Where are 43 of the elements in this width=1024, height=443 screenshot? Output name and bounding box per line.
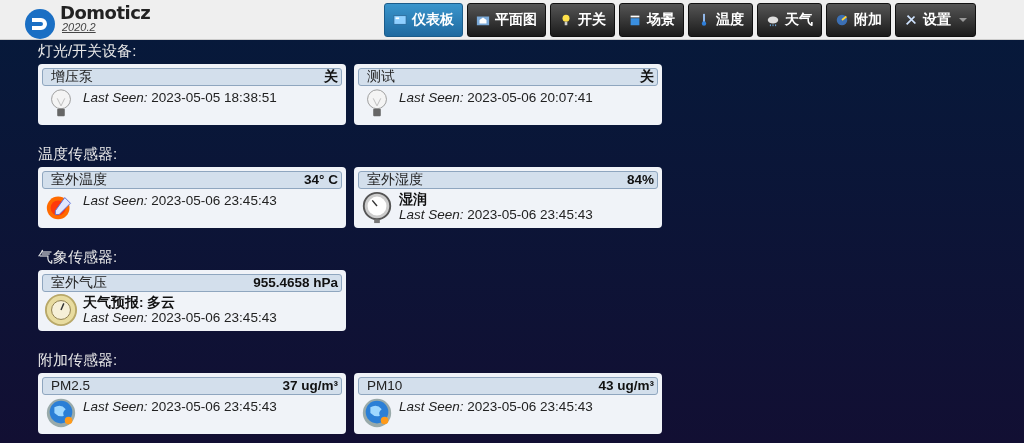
logo-icon <box>24 7 56 40</box>
status-text: 湿润 <box>399 192 428 207</box>
last-seen-text: Last Seen: 2023-05-06 20:07:41 <box>399 90 593 105</box>
last-seen-text: Last Seen: 2023-05-06 23:45:43 <box>83 310 277 325</box>
barometer-icon <box>44 292 78 328</box>
version-text: 2020.2 <box>62 21 97 33</box>
section-title: 温度传感器: <box>38 145 119 163</box>
screen-icon <box>393 12 407 27</box>
nav-tab[interactable]: 场景 <box>619 2 684 37</box>
device-value: 34° C <box>304 170 338 189</box>
gauge-icon <box>835 12 849 27</box>
device-value: 955.4658 hPa <box>253 273 338 292</box>
brand-name: Domoticz <box>60 3 151 22</box>
nav-tab[interactable]: 天气 <box>757 2 822 37</box>
nav-tab[interactable]: 附加 <box>826 2 891 37</box>
section-title: 气象传感器: <box>38 248 119 266</box>
nav-tab[interactable]: 仪表板 <box>384 2 463 37</box>
last-seen-text: Last Seen: 2023-05-06 23:45:43 <box>399 399 593 414</box>
device-value: 关 <box>324 67 338 86</box>
tools-icon <box>904 12 918 27</box>
device-name: PM10 <box>367 376 403 395</box>
status-text: 天气预报: 多云 <box>83 295 177 310</box>
nav-tab[interactable]: 平面图 <box>467 2 546 37</box>
device-value: 37 ug/m³ <box>282 376 338 395</box>
device-name: 测试 <box>367 67 395 86</box>
nav-tab[interactable]: 温度 <box>688 2 753 37</box>
last-seen-text: Last Seen: 2023-05-06 23:45:43 <box>83 193 277 208</box>
device-name: 增压泵 <box>51 67 93 86</box>
pressure-gauge-icon <box>360 189 394 225</box>
device-value: 84% <box>626 170 654 189</box>
last-seen-text: Last Seen: 2023-05-05 18:38:51 <box>83 90 277 105</box>
last-seen-text: Last Seen: 2023-05-06 23:45:43 <box>399 207 593 222</box>
nav-tab[interactable]: 开关 <box>550 2 615 37</box>
last-seen-text: Last Seen: 2023-05-06 23:45:43 <box>83 399 277 414</box>
device-value: 关 <box>640 67 654 86</box>
nav-tab[interactable]: 设置 <box>895 2 976 37</box>
device-name: 室外湿度 <box>367 170 423 189</box>
section-title: 附加传感器: <box>38 351 119 369</box>
device-value: 43 ug/m³ <box>598 376 654 395</box>
device-name: 室外气压 <box>51 273 107 292</box>
section-title: 灯光/开关设备: <box>38 42 138 60</box>
device-name: 室外温度 <box>51 170 107 189</box>
device-name: PM2.5 <box>51 376 91 395</box>
